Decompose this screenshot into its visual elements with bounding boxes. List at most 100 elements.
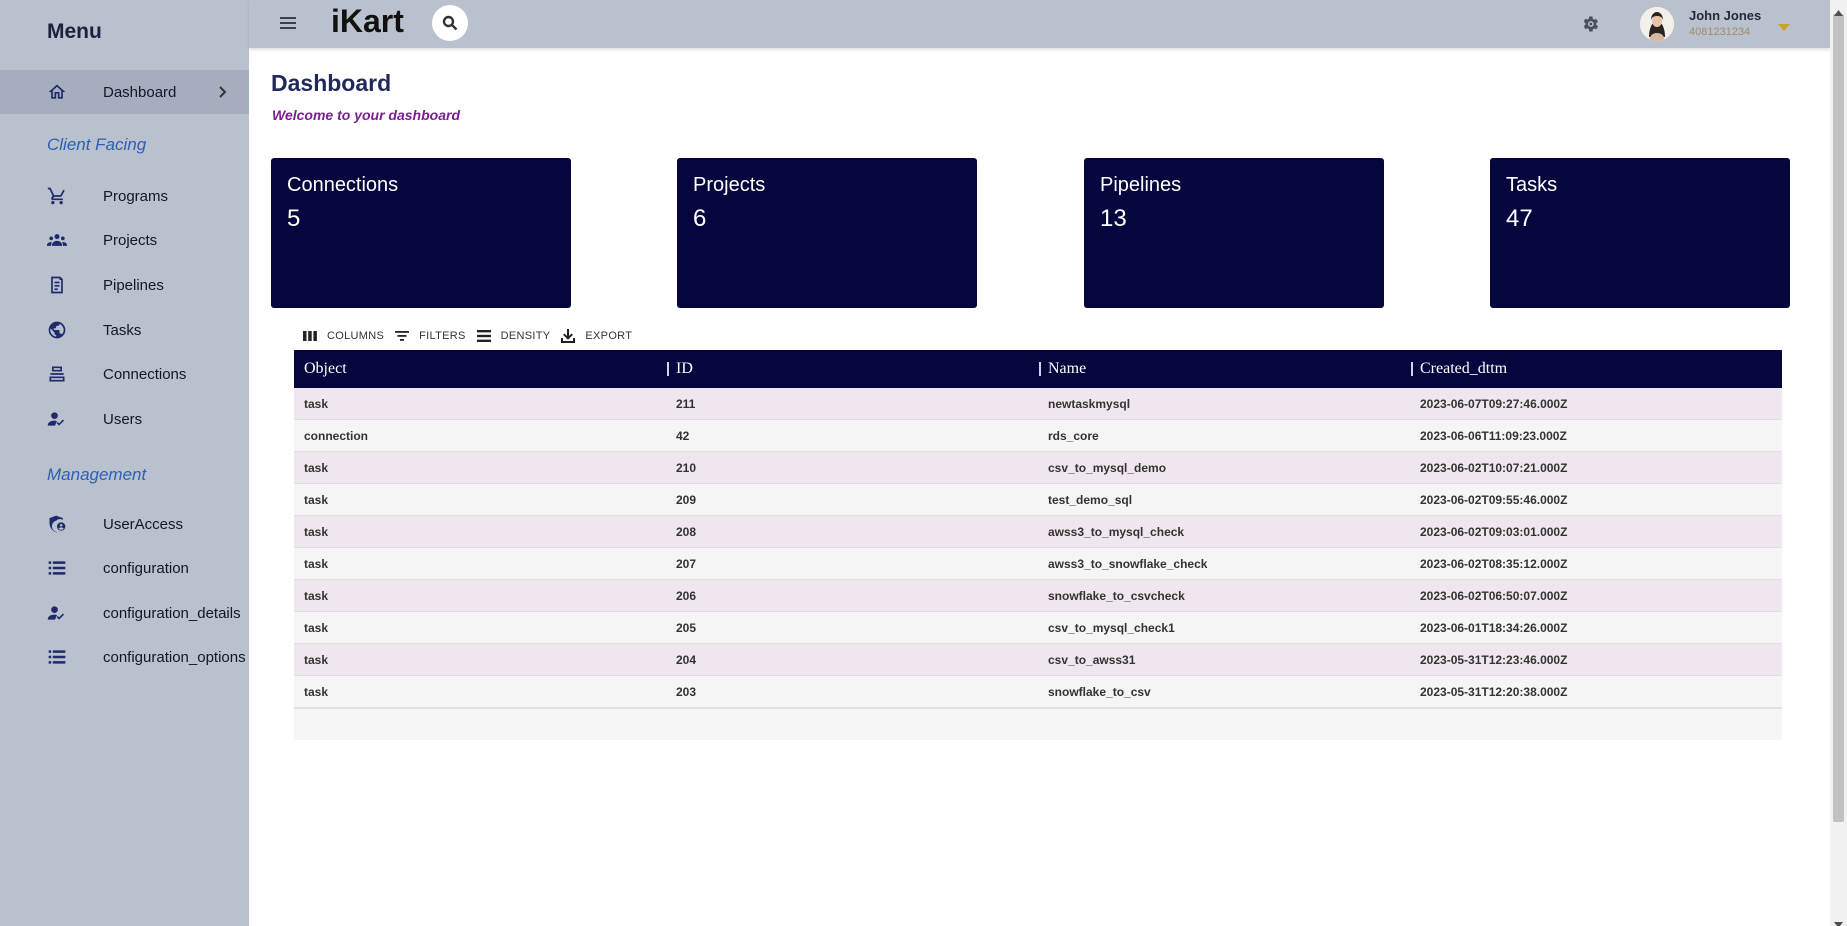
cell-created: 2023-06-06T11:09:23.000Z bbox=[1420, 429, 1567, 443]
cell-created: 2023-06-02T09:55:46.000Z bbox=[1420, 493, 1568, 507]
column-separator[interactable] bbox=[667, 362, 669, 376]
stat-card-tasks: Tasks 47 bbox=[1490, 158, 1790, 308]
columns-label: COLUMNS bbox=[327, 330, 385, 342]
globe-icon bbox=[46, 319, 68, 341]
page-title: Dashboard bbox=[271, 70, 392, 96]
table-row[interactable]: task 208 awss3_to_mysql_check 2023-06-02… bbox=[294, 516, 1782, 548]
groups-icon bbox=[46, 229, 68, 251]
cell-id: 211 bbox=[676, 397, 696, 411]
sidebar-item-label: Tasks bbox=[103, 321, 142, 339]
table-row[interactable]: task 206 snowflake_to_csvcheck 2023-06-0… bbox=[294, 580, 1782, 612]
table-row[interactable]: task 210 csv_to_mysql_demo 2023-06-02T10… bbox=[294, 452, 1782, 484]
cell-name: snowflake_to_csv bbox=[1048, 685, 1151, 699]
cell-name: awss3_to_snowflake_check bbox=[1048, 557, 1208, 571]
cell-name: csv_to_mysql_demo bbox=[1048, 461, 1167, 475]
sidebar-item-pipelines[interactable]: Pipelines bbox=[0, 263, 249, 307]
cell-object: task bbox=[304, 557, 329, 571]
table-row[interactable]: task 203 snowflake_to_csv 2023-05-31T12:… bbox=[294, 676, 1782, 708]
menu-title: Menu bbox=[47, 20, 102, 43]
receipt-icon bbox=[46, 274, 68, 296]
sidebar-item-connections[interactable]: Connections bbox=[0, 352, 249, 396]
sidebar-item-tasks[interactable]: Tasks bbox=[0, 308, 249, 352]
cell-created: 2023-05-31T12:23:46.000Z bbox=[1420, 653, 1568, 667]
top-bar: iKart John Jones 4081231234 bbox=[249, 0, 1830, 48]
card-value: 13 bbox=[1100, 205, 1127, 232]
cell-id: 205 bbox=[676, 621, 697, 635]
page-subtitle: Welcome to your dashboard bbox=[272, 107, 460, 123]
chevron-right-icon bbox=[215, 85, 229, 99]
cell-object: task bbox=[304, 589, 329, 603]
cell-id: 203 bbox=[676, 685, 697, 699]
filters-button[interactable]: FILTERS bbox=[394, 328, 466, 344]
sidebar-item-configuration[interactable]: configuration bbox=[0, 546, 249, 590]
sidebar-item-programs[interactable]: Programs bbox=[0, 174, 249, 218]
stack-icon bbox=[46, 363, 68, 385]
sidebar-item-projects[interactable]: Projects bbox=[0, 218, 249, 262]
column-separator[interactable] bbox=[1411, 362, 1413, 376]
user-phone: 4081231234 bbox=[1689, 26, 1751, 38]
user-check-icon bbox=[46, 602, 68, 624]
cell-object: task bbox=[304, 685, 329, 699]
cell-id: 210 bbox=[676, 461, 697, 475]
table-row[interactable]: task 209 test_demo_sql 2023-06-02T09:55:… bbox=[294, 484, 1782, 516]
sidebar-item-configuration-options[interactable]: configuration_options bbox=[0, 635, 249, 679]
sidebar-item-label: Programs bbox=[103, 187, 169, 205]
section-management: Management bbox=[47, 465, 147, 484]
card-title: Pipelines bbox=[1100, 174, 1182, 196]
sidebar-item-label: Users bbox=[103, 410, 143, 428]
card-value: 5 bbox=[287, 205, 301, 232]
menu-icon[interactable] bbox=[279, 14, 297, 32]
cell-name: snowflake_to_csvcheck bbox=[1048, 589, 1185, 603]
brand-logo[interactable]: iKart bbox=[331, 3, 404, 40]
columns-button[interactable]: COLUMNS bbox=[302, 328, 384, 344]
cell-name: csv_to_mysql_check1 bbox=[1048, 621, 1175, 635]
density-button[interactable]: DENSITY bbox=[476, 328, 551, 344]
card-value: 6 bbox=[693, 205, 707, 232]
gear-icon[interactable] bbox=[1580, 14, 1600, 34]
cell-id: 208 bbox=[676, 525, 697, 539]
column-header-name[interactable]: Name bbox=[1048, 350, 1086, 388]
sidebar-item-users[interactable]: Users bbox=[0, 397, 249, 441]
stat-card-pipelines: Pipelines 13 bbox=[1084, 158, 1384, 308]
search-button[interactable] bbox=[432, 5, 468, 41]
column-header-object[interactable]: Object bbox=[304, 350, 347, 388]
column-separator[interactable] bbox=[1039, 362, 1041, 376]
sidebar-item-label: UserAccess bbox=[103, 515, 184, 533]
cell-object: connection bbox=[304, 429, 369, 443]
cell-name: rds_core bbox=[1048, 429, 1099, 443]
scrollbar-thumb[interactable] bbox=[1833, 14, 1844, 822]
table-row[interactable]: connection 42 rds_core 2023-06-06T11:09:… bbox=[294, 420, 1782, 452]
sidebar-item-dashboard[interactable]: Dashboard bbox=[0, 70, 249, 114]
data-grid: Object ID Name Created_dttm task 211 new… bbox=[294, 350, 1782, 740]
grid-toolbar: COLUMNS FILTERS DENSITY EXPORT bbox=[302, 325, 642, 347]
sidebar-item-configuration-details[interactable]: configuration_details bbox=[0, 591, 249, 635]
filter-icon bbox=[395, 331, 410, 341]
avatar[interactable] bbox=[1640, 7, 1674, 41]
cell-object: task bbox=[304, 525, 329, 539]
sidebar-item-useraccess[interactable]: UserAccess bbox=[0, 502, 249, 546]
sidebar-item-label: Connections bbox=[103, 365, 187, 383]
export-button[interactable]: EXPORT bbox=[560, 328, 632, 344]
scroll-down-arrow-icon[interactable] bbox=[1834, 915, 1843, 926]
sidebar-item-label: configuration bbox=[103, 559, 189, 577]
cell-name: test_demo_sql bbox=[1048, 493, 1133, 507]
scroll-up-arrow-icon[interactable] bbox=[1834, 3, 1843, 16]
columns-icon bbox=[303, 331, 317, 341]
shield-person-icon bbox=[46, 513, 68, 535]
table-row[interactable]: task 207 awss3_to_snowflake_check 2023-0… bbox=[294, 548, 1782, 580]
column-header-id[interactable]: ID bbox=[676, 350, 693, 388]
cell-id: 204 bbox=[676, 653, 697, 667]
sidebar-item-label: configuration_details bbox=[103, 604, 241, 622]
table-row[interactable]: task 204 csv_to_awss31 2023-05-31T12:23:… bbox=[294, 644, 1782, 676]
cell-created: 2023-06-01T18:34:26.000Z bbox=[1420, 621, 1568, 635]
table-row[interactable]: task 211 newtaskmysql 2023-06-07T09:27:4… bbox=[294, 388, 1782, 420]
table-row[interactable]: task 205 csv_to_mysql_check1 2023-06-01T… bbox=[294, 612, 1782, 644]
cell-object: task bbox=[304, 653, 329, 667]
user-check-icon bbox=[46, 408, 68, 430]
cell-name: newtaskmysql bbox=[1048, 397, 1131, 411]
app-root: Menu Dashboard Client Facing Programs Pr… bbox=[0, 0, 1847, 926]
caret-down-icon[interactable] bbox=[1778, 19, 1790, 31]
stat-card-connections: Connections 5 bbox=[271, 158, 571, 308]
filters-label: FILTERS bbox=[419, 330, 466, 342]
column-header-created[interactable]: Created_dttm bbox=[1420, 350, 1507, 388]
